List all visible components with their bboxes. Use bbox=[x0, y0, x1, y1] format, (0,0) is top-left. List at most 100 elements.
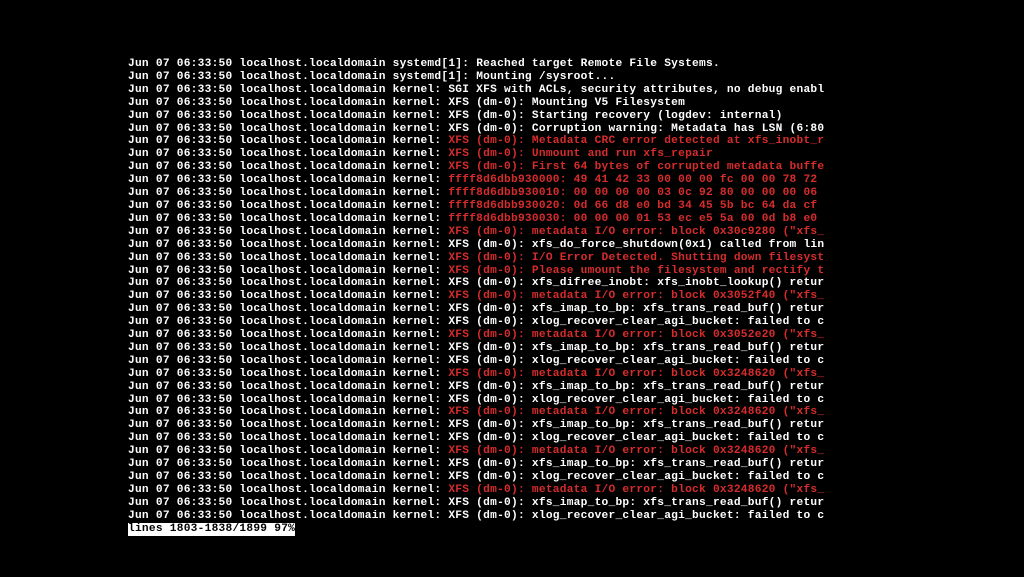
log-message: XFS (dm-0): metadata I/O error: block 0x… bbox=[448, 445, 824, 457]
log-line: Jun 07 06:33:50 localhost.localdomain ke… bbox=[128, 226, 1024, 239]
log-message: XFS (dm-0): metadata I/O error: block 0x… bbox=[448, 290, 824, 302]
log-message: XFS (dm-0): xfs_imap_to_bp: xfs_trans_re… bbox=[448, 381, 824, 393]
log-message: XFS (dm-0): xfs_imap_to_bp: xfs_trans_re… bbox=[448, 497, 824, 509]
log-message: XFS (dm-0): xlog_recover_clear_agi_bucke… bbox=[448, 394, 824, 406]
log-prefix: Jun 07 06:33:50 localhost.localdomain ke… bbox=[128, 471, 448, 483]
log-prefix: Jun 07 06:33:50 localhost.localdomain ke… bbox=[128, 445, 448, 457]
terminal-output: Jun 07 06:33:50 localhost.localdomain sy… bbox=[128, 58, 1024, 523]
log-line: Jun 07 06:33:50 localhost.localdomain ke… bbox=[128, 252, 1024, 265]
log-prefix: Jun 07 06:33:50 localhost.localdomain ke… bbox=[128, 329, 448, 341]
log-message: XFS (dm-0): xfs_imap_to_bp: xfs_trans_re… bbox=[448, 303, 824, 315]
log-line: Jun 07 06:33:50 localhost.localdomain ke… bbox=[128, 174, 1024, 187]
log-line: Jun 07 06:33:50 localhost.localdomain ke… bbox=[128, 432, 1024, 445]
log-message: XFS (dm-0): xfs_imap_to_bp: xfs_trans_re… bbox=[448, 458, 824, 470]
log-line: Jun 07 06:33:50 localhost.localdomain ke… bbox=[128, 84, 1024, 97]
log-prefix: Jun 07 06:33:50 localhost.localdomain ke… bbox=[128, 458, 448, 470]
log-prefix: Jun 07 06:33:50 localhost.localdomain ke… bbox=[128, 432, 448, 444]
log-message: ffff8d6dbb930020: 0d 66 d8 e0 bd 34 45 5… bbox=[448, 200, 824, 212]
log-message: XFS (dm-0): metadata I/O error: block 0x… bbox=[448, 329, 824, 341]
log-line: Jun 07 06:33:50 localhost.localdomain sy… bbox=[128, 58, 1024, 71]
log-line: Jun 07 06:33:50 localhost.localdomain ke… bbox=[128, 368, 1024, 381]
log-message: XFS (dm-0): xlog_recover_clear_agi_bucke… bbox=[448, 432, 824, 444]
log-prefix: Jun 07 06:33:50 localhost.localdomain ke… bbox=[128, 342, 448, 354]
log-line: Jun 07 06:33:50 localhost.localdomain ke… bbox=[128, 471, 1024, 484]
log-prefix: Jun 07 06:33:50 localhost.localdomain ke… bbox=[128, 277, 448, 289]
log-prefix: Jun 07 06:33:50 localhost.localdomain ke… bbox=[128, 200, 448, 212]
log-message: XFS (dm-0): xfs_imap_to_bp: xfs_trans_re… bbox=[448, 419, 824, 431]
log-prefix: Jun 07 06:33:50 localhost.localdomain ke… bbox=[128, 135, 448, 147]
log-message: ffff8d6dbb930030: 00 00 00 01 53 ec e5 5… bbox=[448, 213, 824, 225]
log-line: Jun 07 06:33:50 localhost.localdomain ke… bbox=[128, 342, 1024, 355]
log-prefix: Jun 07 06:33:50 localhost.localdomain ke… bbox=[128, 394, 448, 406]
log-message: XFS (dm-0): Starting recovery (logdev: i… bbox=[448, 110, 782, 122]
log-line: Jun 07 06:33:50 localhost.localdomain ke… bbox=[128, 458, 1024, 471]
log-prefix: Jun 07 06:33:50 localhost.localdomain ke… bbox=[128, 381, 448, 393]
log-message: XFS (dm-0): Metadata CRC error detected … bbox=[448, 135, 824, 147]
log-line: Jun 07 06:33:50 localhost.localdomain ke… bbox=[128, 110, 1024, 123]
log-message: ffff8d6dbb930010: 00 00 00 00 03 0c 92 8… bbox=[448, 187, 824, 199]
log-prefix: Jun 07 06:33:50 localhost.localdomain ke… bbox=[128, 303, 448, 315]
log-line: Jun 07 06:33:50 localhost.localdomain ke… bbox=[128, 484, 1024, 497]
log-message: XFS (dm-0): xlog_recover_clear_agi_bucke… bbox=[448, 316, 824, 328]
log-message: XFS (dm-0): Please umount the filesystem… bbox=[448, 265, 824, 277]
log-message: XFS (dm-0): xlog_recover_clear_agi_bucke… bbox=[448, 471, 824, 483]
log-message: XFS (dm-0): xfs_imap_to_bp: xfs_trans_re… bbox=[448, 342, 824, 354]
log-line: Jun 07 06:33:50 localhost.localdomain ke… bbox=[128, 123, 1024, 136]
log-prefix: Jun 07 06:33:50 localhost.localdomain ke… bbox=[128, 110, 448, 122]
log-prefix: Jun 07 06:33:50 localhost.localdomain ke… bbox=[128, 484, 448, 496]
log-prefix: Jun 07 06:33:50 localhost.localdomain ke… bbox=[128, 419, 448, 431]
log-prefix: Jun 07 06:33:50 localhost.localdomain ke… bbox=[128, 252, 448, 264]
log-line: Jun 07 06:33:50 localhost.localdomain ke… bbox=[128, 97, 1024, 110]
log-line: Jun 07 06:33:50 localhost.localdomain ke… bbox=[128, 277, 1024, 290]
log-line: Jun 07 06:33:50 localhost.localdomain ke… bbox=[128, 265, 1024, 278]
log-message: XFS (dm-0): metadata I/O error: block 0x… bbox=[448, 484, 824, 496]
log-prefix: Jun 07 06:33:50 localhost.localdomain ke… bbox=[128, 497, 448, 509]
log-line: Jun 07 06:33:50 localhost.localdomain ke… bbox=[128, 445, 1024, 458]
log-prefix: Jun 07 06:33:50 localhost.localdomain ke… bbox=[128, 187, 448, 199]
log-message: XFS (dm-0): xfs_difree_inobt: xfs_inobt_… bbox=[448, 277, 824, 289]
log-prefix: Jun 07 06:33:50 localhost.localdomain ke… bbox=[128, 84, 448, 96]
log-line: Jun 07 06:33:50 localhost.localdomain ke… bbox=[128, 510, 1024, 523]
log-prefix: Jun 07 06:33:50 localhost.localdomain ke… bbox=[128, 239, 448, 251]
log-line: Jun 07 06:33:50 localhost.localdomain ke… bbox=[128, 200, 1024, 213]
log-prefix: Jun 07 06:33:50 localhost.localdomain ke… bbox=[128, 148, 448, 160]
log-line: Jun 07 06:33:50 localhost.localdomain ke… bbox=[128, 135, 1024, 148]
log-prefix: Jun 07 06:33:50 localhost.localdomain ke… bbox=[128, 213, 448, 225]
log-message: ffff8d6dbb930000: 49 41 42 33 00 00 00 f… bbox=[448, 174, 824, 186]
log-prefix: Jun 07 06:33:50 localhost.localdomain ke… bbox=[128, 226, 448, 238]
log-prefix: Jun 07 06:33:50 localhost.localdomain ke… bbox=[128, 290, 448, 302]
log-line: Jun 07 06:33:50 localhost.localdomain ke… bbox=[128, 419, 1024, 432]
log-line: Jun 07 06:33:50 localhost.localdomain ke… bbox=[128, 161, 1024, 174]
log-line: Jun 07 06:33:50 localhost.localdomain ke… bbox=[128, 381, 1024, 394]
log-message: XFS (dm-0): xlog_recover_clear_agi_bucke… bbox=[448, 510, 824, 522]
log-prefix: Jun 07 06:33:50 localhost.localdomain ke… bbox=[128, 97, 448, 109]
log-message: SGI XFS with ACLs, security attributes, … bbox=[448, 84, 824, 96]
log-prefix: Jun 07 06:33:50 localhost.localdomain ke… bbox=[128, 510, 448, 522]
log-message: XFS (dm-0): xfs_do_force_shutdown(0x1) c… bbox=[448, 239, 824, 251]
log-line: Jun 07 06:33:50 localhost.localdomain ke… bbox=[128, 303, 1024, 316]
log-message: XFS (dm-0): First 64 bytes of corrupted … bbox=[448, 161, 824, 173]
log-line: Jun 07 06:33:50 localhost.localdomain ke… bbox=[128, 213, 1024, 226]
log-line: Jun 07 06:33:50 localhost.localdomain ke… bbox=[128, 355, 1024, 368]
log-prefix: Jun 07 06:33:50 localhost.localdomain ke… bbox=[128, 316, 448, 328]
pager-status: lines 1803-1838/1899 97% bbox=[128, 523, 295, 536]
log-prefix: Jun 07 06:33:50 localhost.localdomain sy… bbox=[128, 71, 476, 83]
log-prefix: Jun 07 06:33:50 localhost.localdomain ke… bbox=[128, 355, 448, 367]
log-message: XFS (dm-0): Unmount and run xfs_repair bbox=[448, 148, 713, 160]
log-line: Jun 07 06:33:50 localhost.localdomain ke… bbox=[128, 148, 1024, 161]
log-line: Jun 07 06:33:50 localhost.localdomain ke… bbox=[128, 406, 1024, 419]
log-line: Jun 07 06:33:50 localhost.localdomain ke… bbox=[128, 394, 1024, 407]
log-message: Mounting /sysroot... bbox=[476, 71, 615, 83]
log-message: XFS (dm-0): Mounting V5 Filesystem bbox=[448, 97, 685, 109]
log-message: XFS (dm-0): metadata I/O error: block 0x… bbox=[448, 406, 824, 418]
log-prefix: Jun 07 06:33:50 localhost.localdomain ke… bbox=[128, 406, 448, 418]
log-prefix: Jun 07 06:33:50 localhost.localdomain ke… bbox=[128, 265, 448, 277]
log-message: XFS (dm-0): metadata I/O error: block 0x… bbox=[448, 226, 824, 238]
log-prefix: Jun 07 06:33:50 localhost.localdomain ke… bbox=[128, 161, 448, 173]
log-line: Jun 07 06:33:50 localhost.localdomain ke… bbox=[128, 239, 1024, 252]
log-prefix: Jun 07 06:33:50 localhost.localdomain sy… bbox=[128, 58, 476, 70]
log-line: Jun 07 06:33:50 localhost.localdomain ke… bbox=[128, 316, 1024, 329]
log-line: Jun 07 06:33:50 localhost.localdomain ke… bbox=[128, 497, 1024, 510]
log-message: Reached target Remote File Systems. bbox=[476, 58, 720, 70]
log-line: Jun 07 06:33:50 localhost.localdomain ke… bbox=[128, 329, 1024, 342]
